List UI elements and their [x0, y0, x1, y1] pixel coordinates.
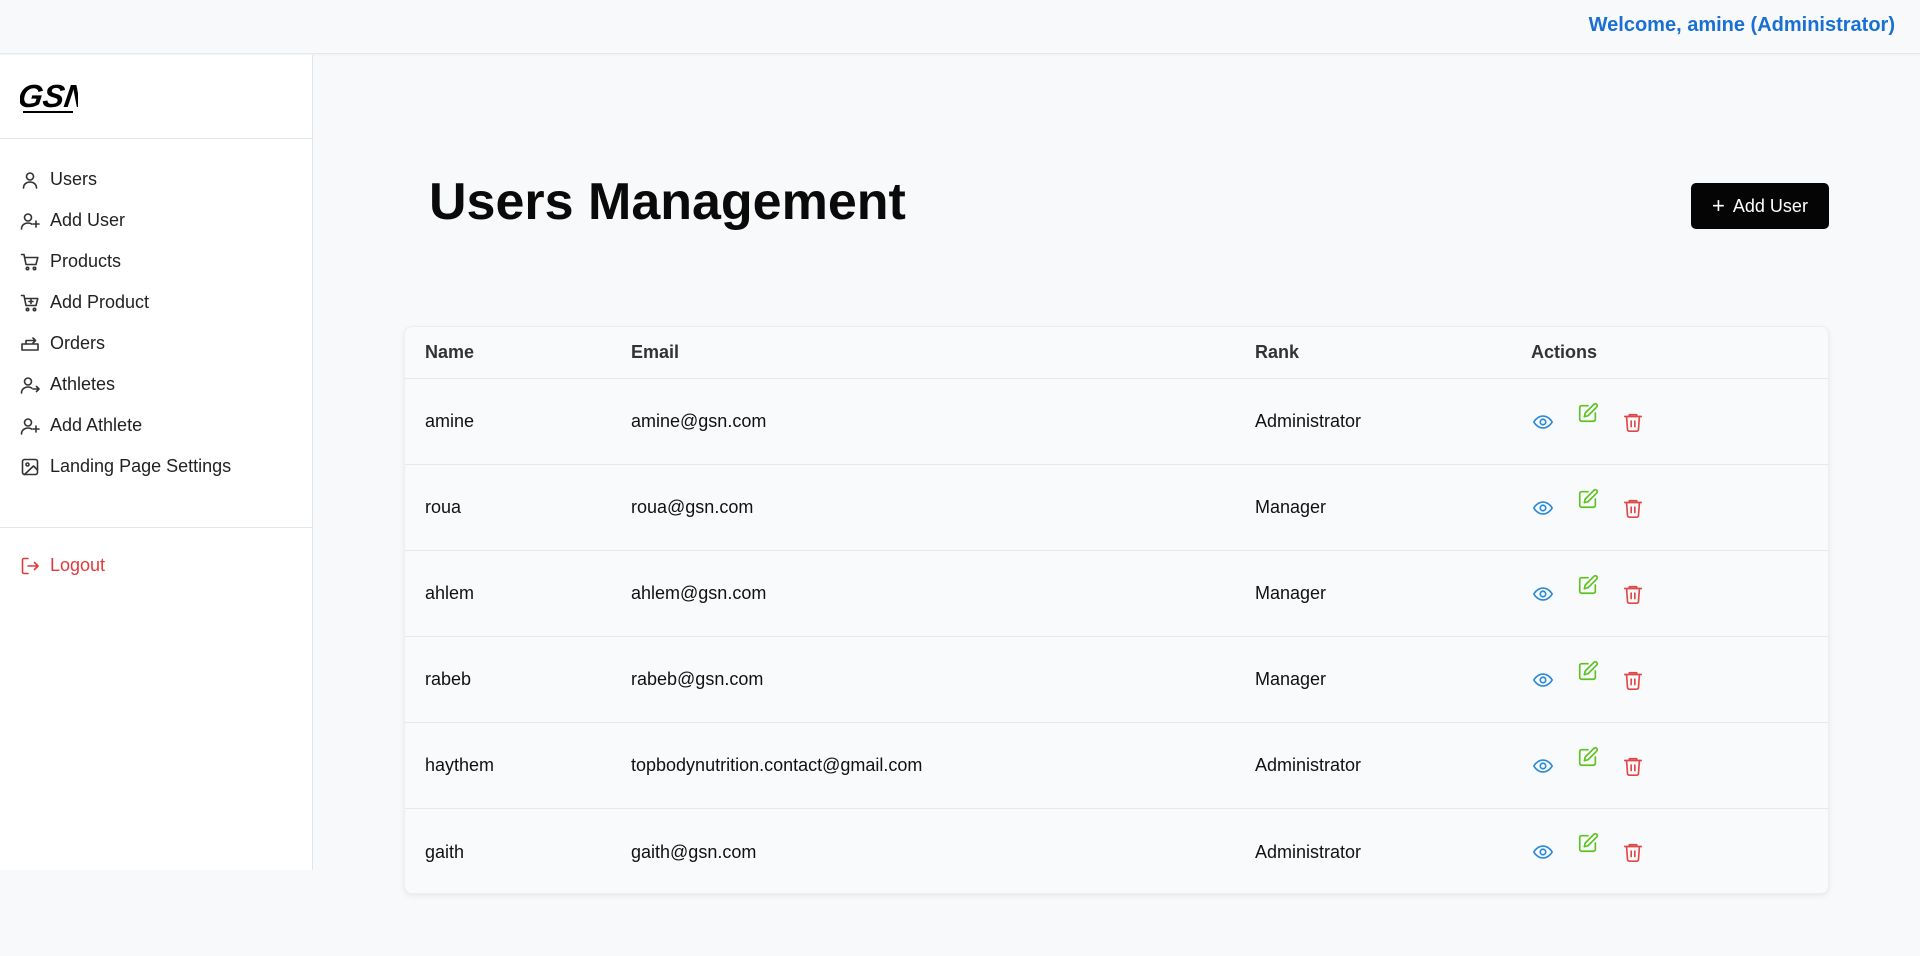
column-header-name[interactable]: Name: [425, 342, 474, 363]
table-row: amine amine@gsn.com Administrator: [405, 379, 1828, 465]
user-name: rabeb: [425, 669, 472, 689]
table-row: gaith gaith@gsn.com Administrator: [405, 809, 1828, 895]
view-icon[interactable]: [1531, 496, 1555, 520]
user-arrow-icon: [20, 375, 40, 395]
view-icon[interactable]: [1531, 582, 1555, 606]
top-bar: Welcome, amine (Administrator): [0, 0, 1920, 54]
add-user-label: Add User: [1732, 195, 1808, 216]
row-actions: [1531, 574, 1645, 606]
user-email: ahlem@gsn.com: [631, 583, 767, 603]
edit-icon[interactable]: [1576, 659, 1600, 683]
sidebar-item-athletes[interactable]: Athletes: [0, 364, 312, 405]
sidebar-item-label: Add Product: [50, 292, 150, 312]
gsn-logo[interactable]: GSN: [20, 77, 78, 119]
table-row: rabeb rabeb@gsn.com Manager: [405, 637, 1828, 723]
user-email: amine@gsn.com: [631, 411, 767, 431]
edit-icon[interactable]: [1576, 573, 1600, 597]
sidebar-item-label: Users: [50, 169, 98, 189]
user-rank: Administrator: [1255, 411, 1362, 431]
sidebar-item-label: Add User: [50, 210, 126, 230]
row-actions: [1531, 832, 1645, 864]
brand: GSN: [0, 55, 312, 139]
table-header: Name Email Rank Actions: [405, 327, 1828, 379]
user-name: roua: [425, 497, 462, 517]
delete-icon[interactable]: [1621, 410, 1645, 434]
sidebar-item-label: Landing Page Settings: [50, 456, 232, 476]
row-actions: [1531, 746, 1645, 778]
column-header-rank[interactable]: Rank: [1255, 342, 1299, 363]
sidebar-item-orders[interactable]: Orders: [0, 323, 312, 364]
user-name: haythem: [425, 755, 495, 775]
sidebar-item-products[interactable]: Products: [0, 241, 312, 282]
image-icon: [20, 457, 40, 477]
logout-label: Logout: [50, 555, 106, 575]
view-icon[interactable]: [1531, 754, 1555, 778]
row-actions: [1531, 488, 1645, 520]
logout-icon: [21, 557, 39, 574]
user-rank: Administrator: [1255, 755, 1362, 775]
sidebar-nav: Users Add User Products Add Product Orde…: [0, 139, 312, 487]
delete-icon[interactable]: [1621, 840, 1645, 864]
sidebar-item-label: Add Athlete: [50, 415, 143, 435]
user-rank: Manager: [1255, 497, 1327, 517]
user-rank: Administrator: [1255, 841, 1362, 862]
sidebar: GSN Users Add User Products Add Product …: [0, 55, 313, 870]
user-rank: Manager: [1255, 669, 1327, 689]
sidebar-item-label: Products: [50, 251, 122, 271]
column-header-actions: Actions: [1531, 342, 1598, 362]
orders-icon: [20, 334, 40, 354]
sidebar-item-label: Athletes: [50, 374, 116, 394]
user-plus-icon: [20, 211, 40, 231]
user-rank: Manager: [1255, 583, 1327, 603]
user-email: rabeb@gsn.com: [631, 669, 764, 689]
table-row: ahlem ahlem@gsn.com Manager: [405, 551, 1828, 637]
user-plus-icon: [20, 416, 40, 436]
user-email: gaith@gsn.com: [631, 841, 757, 862]
user-icon: [20, 170, 40, 190]
row-actions: [1531, 402, 1645, 434]
user-name: gaith: [425, 841, 465, 862]
add-user-button[interactable]: + Add User: [1691, 183, 1829, 229]
cart-plus-icon: [20, 293, 40, 313]
sidebar-item-add-athlete[interactable]: Add Athlete: [0, 405, 312, 446]
page-title: Users Management: [429, 173, 906, 231]
sidebar-item-landing-page-settings[interactable]: Landing Page Settings: [0, 446, 312, 487]
view-icon[interactable]: [1531, 668, 1555, 692]
plus-icon: +: [1712, 193, 1725, 218]
user-name: ahlem: [425, 583, 475, 603]
cart-icon: [20, 252, 40, 272]
table-row: haythem topbodynutrition.contact@gmail.c…: [405, 723, 1828, 809]
sidebar-item-add-product[interactable]: Add Product: [0, 282, 312, 323]
row-actions: [1531, 660, 1645, 692]
svg-text:GSN: GSN: [20, 78, 78, 114]
edit-icon[interactable]: [1576, 831, 1600, 855]
users-table: Name Email Rank Actions amine amine@gsn.…: [404, 326, 1829, 894]
logout-button[interactable]: Logout: [20, 555, 105, 576]
user-name: amine: [425, 411, 475, 431]
view-icon[interactable]: [1531, 410, 1555, 434]
user-email: roua@gsn.com: [631, 497, 754, 517]
sidebar-item-add-user[interactable]: Add User: [0, 200, 312, 241]
delete-icon[interactable]: [1621, 582, 1645, 606]
view-icon[interactable]: [1531, 840, 1555, 864]
user-email: topbodynutrition.contact@gmail.com: [631, 755, 923, 775]
edit-icon[interactable]: [1576, 745, 1600, 769]
table-row: roua roua@gsn.com Manager: [405, 465, 1828, 551]
sidebar-item-users[interactable]: Users: [0, 159, 312, 200]
welcome-text: Welcome, amine (Administrator): [1588, 14, 1895, 36]
delete-icon[interactable]: [1621, 496, 1645, 520]
edit-icon[interactable]: [1576, 487, 1600, 511]
edit-icon[interactable]: [1576, 401, 1600, 425]
sidebar-item-label: Orders: [50, 333, 106, 353]
sidebar-divider: [0, 527, 312, 528]
delete-icon[interactable]: [1621, 754, 1645, 778]
delete-icon[interactable]: [1621, 668, 1645, 692]
column-header-email[interactable]: Email: [631, 342, 679, 363]
